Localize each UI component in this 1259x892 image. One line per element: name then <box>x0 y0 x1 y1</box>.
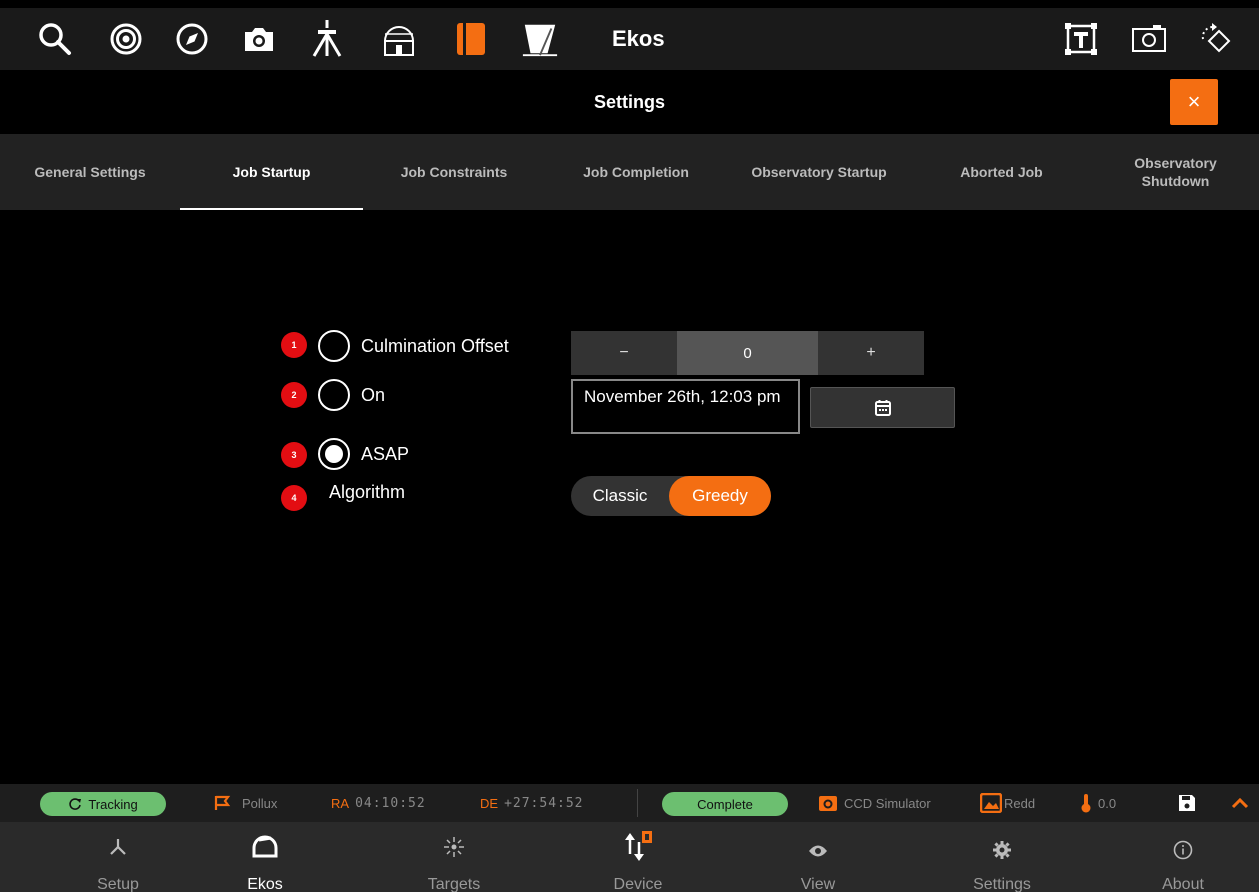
mount-icon[interactable] <box>308 20 346 58</box>
tab-observatory-shutdown[interactable]: Observatory Shutdown <box>1092 134 1259 210</box>
bottom-navigation: Setup Ekos Targets Device View Settings <box>0 822 1259 892</box>
filter-status: Redd <box>980 784 1035 822</box>
step-badge: 2 <box>281 382 307 408</box>
top-toolbar: Ekos <box>0 8 1259 70</box>
algorithm-label: Algorithm <box>329 482 406 502</box>
calendar-icon <box>874 399 891 416</box>
app-title: Ekos <box>612 26 665 51</box>
save-icon[interactable] <box>1178 784 1196 822</box>
refresh-icon <box>69 798 82 810</box>
settings-tabs: General Settings Job Startup Job Constra… <box>0 134 1259 210</box>
nav-label: Settings <box>973 876 1031 892</box>
ra-value: 04:10:52 <box>355 795 426 811</box>
nav-targets[interactable]: Targets <box>374 822 534 892</box>
camera-name: CCD Simulator <box>844 795 931 811</box>
calendar-button[interactable] <box>810 387 955 428</box>
nav-label: Device <box>613 876 663 892</box>
flag-icon <box>214 795 231 810</box>
nav-label: Ekos <box>247 876 283 892</box>
view-icon <box>738 844 898 858</box>
temperature-status: 0.0 <box>1080 784 1116 822</box>
camera-status: CCD Simulator <box>818 784 931 822</box>
settings-title: Settings <box>593 92 665 112</box>
culmination-offset-label: Culmination Offset <box>361 336 509 356</box>
nav-device[interactable]: Device <box>558 822 718 892</box>
compass-icon[interactable] <box>173 20 211 58</box>
tab-job-completion[interactable]: Job Completion <box>545 134 727 210</box>
status-bar: Tracking Pollux RA 04:10:52 DE +27:54:52… <box>0 784 1259 822</box>
camera-icon <box>819 795 837 811</box>
tab-job-constraints[interactable]: Job Constraints <box>363 134 545 210</box>
targets-icon <box>374 836 534 858</box>
asap-radio[interactable] <box>318 438 350 470</box>
filter-name: Redd <box>1004 795 1036 811</box>
nav-about[interactable]: About <box>1103 822 1259 892</box>
de-label: DE <box>480 795 499 811</box>
nav-setup[interactable]: Setup <box>38 822 198 892</box>
decrement-button[interactable]: − <box>571 331 677 375</box>
target-name: Pollux <box>242 795 278 811</box>
ra-label: RA <box>331 795 350 811</box>
ra-status: RA 04:10:52 <box>331 784 426 822</box>
capture-status[interactable]: Complete <box>662 792 788 816</box>
nav-view[interactable]: View <box>738 822 898 892</box>
device-icon <box>558 830 718 862</box>
observatory-icon[interactable] <box>380 20 418 58</box>
rotate-icon[interactable] <box>1196 20 1234 58</box>
culmination-offset-stepper: − 0 + <box>571 331 924 375</box>
close-button[interactable]: × <box>1170 79 1218 125</box>
de-value: +27:54:52 <box>504 795 584 811</box>
settings-icon <box>922 840 1082 860</box>
algorithm-toggle: Classic Greedy <box>571 476 771 516</box>
tab-observatory-startup[interactable]: Observatory Startup <box>727 134 911 210</box>
algorithm-classic[interactable]: Classic <box>571 476 669 516</box>
asap-label: ASAP <box>361 444 410 464</box>
step-badge: 3 <box>281 442 307 468</box>
scheduler-icon[interactable] <box>452 20 490 58</box>
increment-button[interactable]: + <box>818 331 924 375</box>
on-label: On <box>361 385 386 405</box>
tab-aborted-job[interactable]: Aborted Job <box>911 134 1092 210</box>
algorithm-greedy[interactable]: Greedy <box>669 476 771 516</box>
camera-icon[interactable] <box>240 20 278 58</box>
nav-ekos[interactable]: Ekos <box>185 822 345 892</box>
nav-label: Setup <box>97 876 139 892</box>
search-icon[interactable] <box>36 20 74 58</box>
target-icon[interactable] <box>107 20 145 58</box>
frame-icon[interactable] <box>1130 20 1168 58</box>
de-status: DE +27:54:52 <box>480 784 584 822</box>
nav-label: View <box>800 876 836 892</box>
setup-icon <box>38 836 198 856</box>
nav-label: Targets <box>427 876 481 892</box>
tab-job-startup[interactable]: Job Startup <box>180 134 363 210</box>
stepper-value[interactable]: 0 <box>677 331 818 375</box>
text-frame-icon[interactable] <box>1062 20 1100 58</box>
tab-general-settings[interactable]: General Settings <box>0 134 180 210</box>
settings-header: Settings × <box>0 70 1259 134</box>
thermometer-icon <box>1081 794 1091 813</box>
chevron-up-icon[interactable] <box>1230 784 1250 822</box>
status-divider <box>637 789 638 817</box>
nav-settings[interactable]: Settings <box>922 822 1082 892</box>
temperature-value: 0.0 <box>1098 795 1117 811</box>
image-icon <box>980 793 1002 813</box>
ekos-icon <box>185 830 345 860</box>
step-badge: 1 <box>281 332 307 358</box>
about-icon <box>1103 840 1259 860</box>
tracking-label: Tracking <box>88 796 138 812</box>
target-status: Pollux <box>214 784 277 822</box>
nav-label: About <box>1162 876 1204 892</box>
startup-date-field[interactable]: November 26th, 12:03 pm <box>571 379 800 434</box>
step-badge: 4 <box>281 485 307 511</box>
culmination-offset-radio[interactable] <box>318 330 350 362</box>
tracking-status[interactable]: Tracking <box>40 792 166 816</box>
on-radio[interactable] <box>318 379 350 411</box>
active-tab-indicator <box>180 208 363 210</box>
telescope-icon[interactable] <box>521 20 559 58</box>
